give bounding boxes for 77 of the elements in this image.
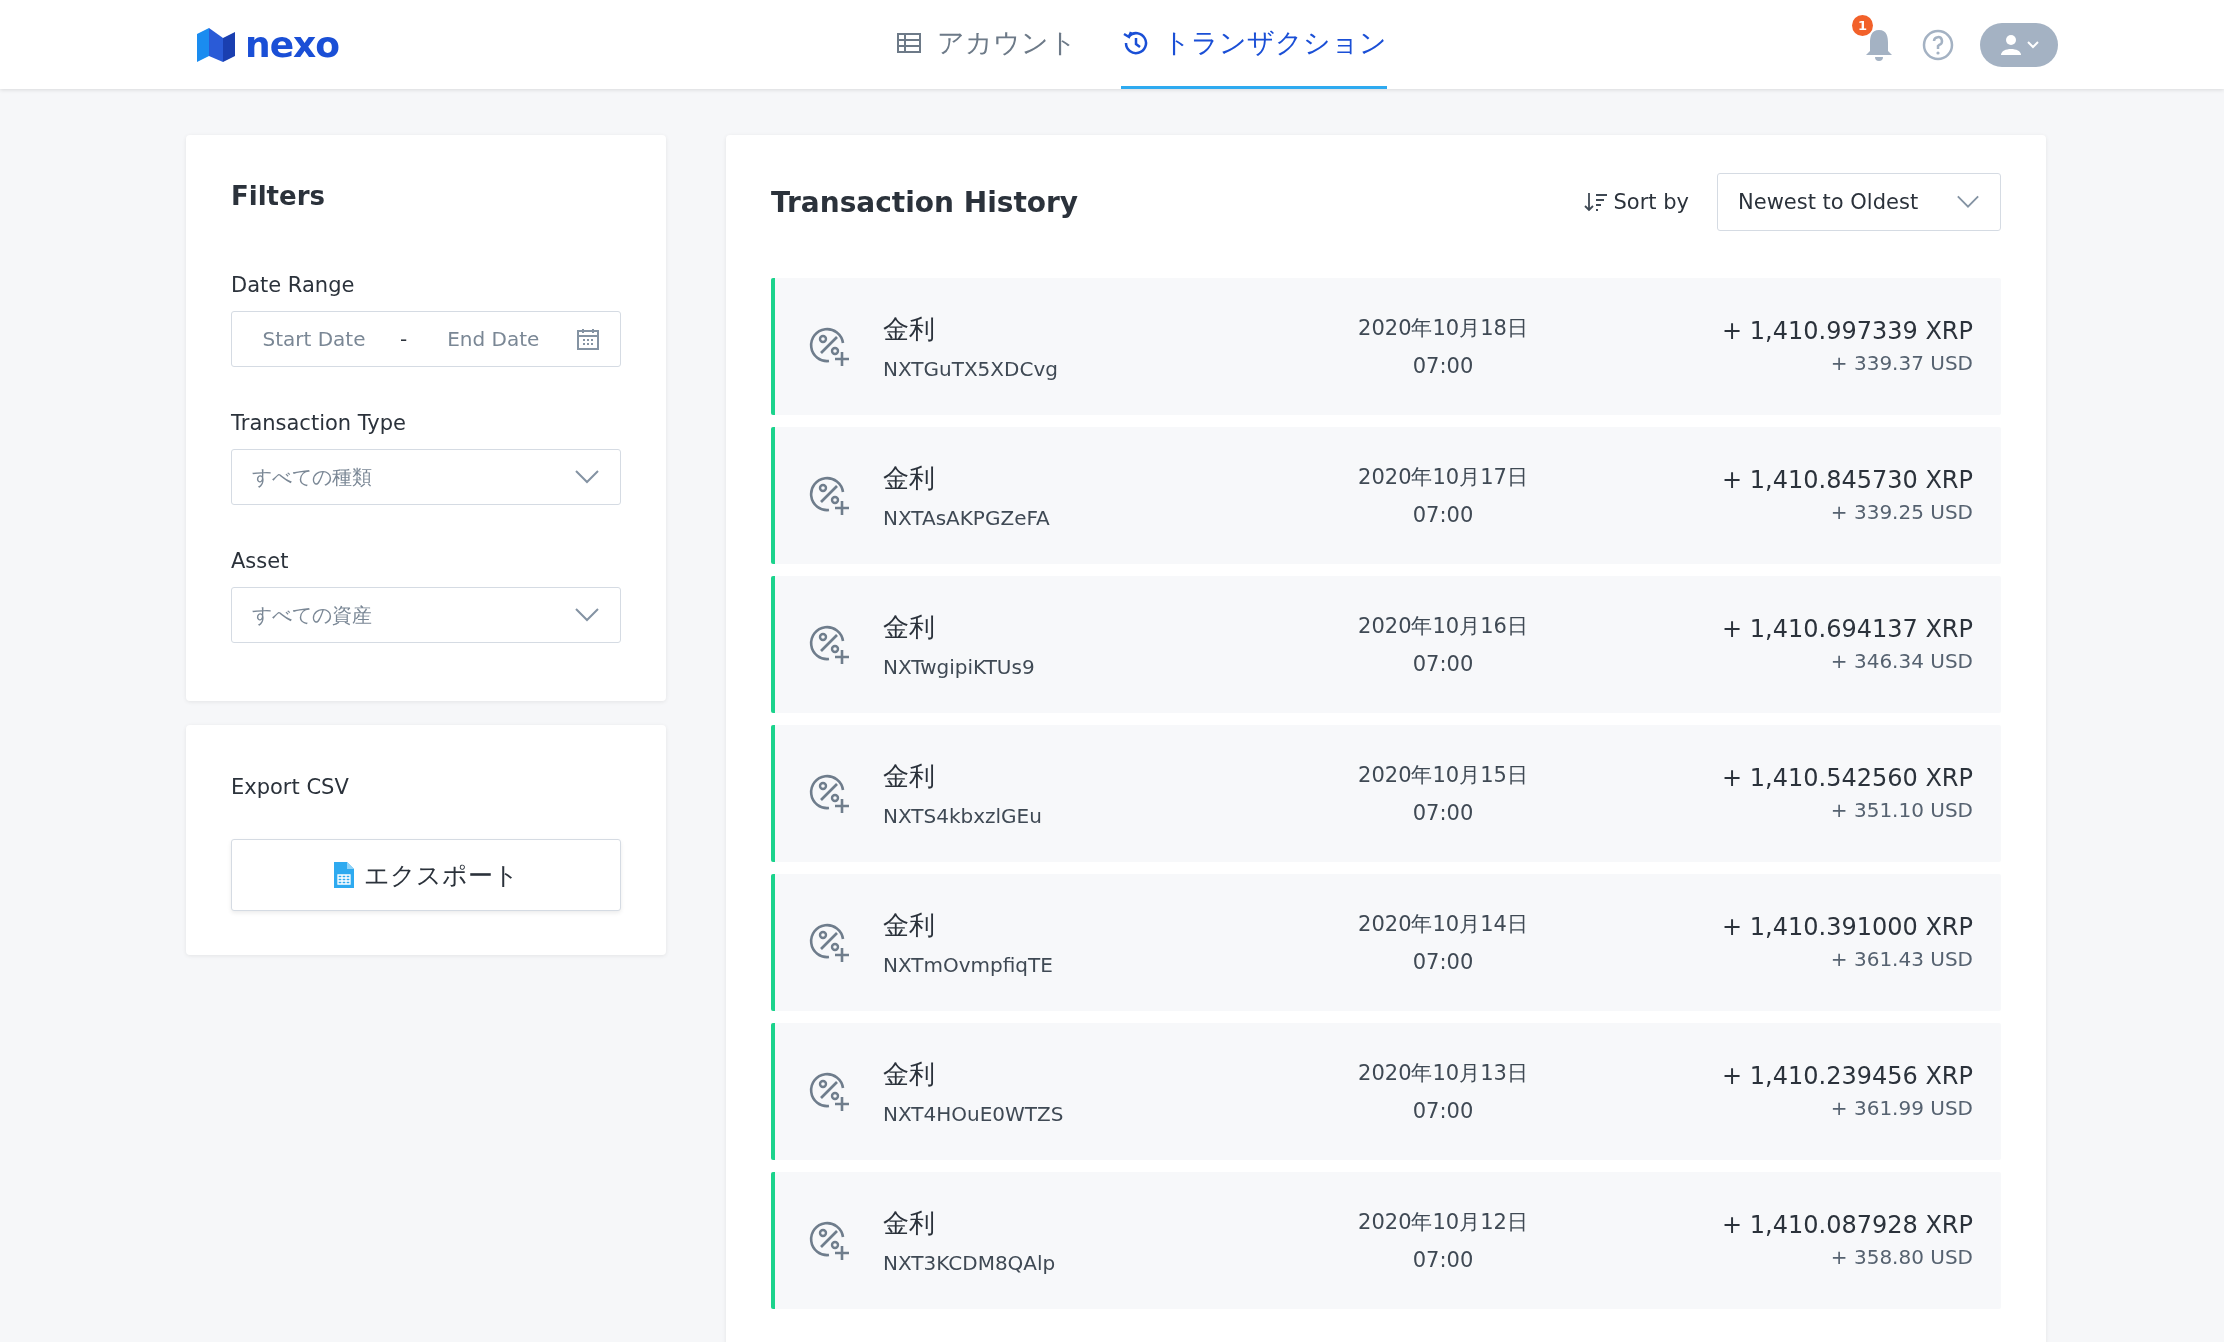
transaction-date: 2020年10月16日 [1358,613,1528,640]
transaction-amount: + 1,410.845730 XRP [1722,466,1973,494]
usd-amount: + 351.10 USD [1830,798,1973,822]
transaction-row[interactable]: 金利 NXTGuTX5XDCvg 2020年10月18日 07:00 + 1,410.997339 XRP + 339.37 USD [771,277,2001,415]
sort-icon [1583,191,1608,214]
transaction-type: 金利 [883,312,936,346]
transaction-date: 2020年10月18日 [1358,315,1528,342]
transaction-row[interactable]: 金利 NXT3KCDM8QAlp 2020年10月12日 07:00 + 1,410.087928 XRP + 358.80 USD [771,1171,2001,1309]
transaction-type: 金利 [883,610,936,644]
transaction-type: 金利 [883,1057,936,1091]
chevron-down-icon [574,607,600,623]
transaction-time: 07:00 [1412,503,1474,527]
logo-text: nexo [245,24,339,65]
transaction-row[interactable]: 金利 NXTmOvmpfiqTE 2020年10月14日 07:00 + 1,410.391000 XRP + 361.43 USD [771,873,2001,1011]
transaction-row[interactable]: 金利 NXTS4kbxzlGEu 2020年10月15日 07:00 + 1,410.542560 XRP + 351.10 USD [771,724,2001,862]
transaction-date: 2020年10月17日 [1358,464,1528,491]
chevron-down-icon [574,469,600,485]
transaction-type: 金利 [883,461,936,495]
panel-title: Transaction History [771,185,1079,219]
user-menu-button[interactable] [1980,22,2058,67]
usd-amount: + 361.43 USD [1830,947,1973,971]
transaction-amount: + 1,410.694137 XRP [1722,615,1973,643]
filters-title: Filters [231,181,326,211]
transaction-time: 07:00 [1412,1248,1474,1272]
usd-amount: + 339.25 USD [1830,500,1973,524]
field-label: Transaction Type [231,411,408,435]
transaction-row[interactable]: 金利 NXTwgipiKTUs9 2020年10月16日 07:00 + 1,410.694137 XRP + 346.34 USD [771,575,2001,713]
transaction-id: NXT4HOuE0WTZS [883,1101,1065,1126]
transaction-date: 2020年10月12日 [1358,1209,1528,1236]
usd-amount: + 358.80 USD [1830,1245,1973,1269]
transaction-date: 2020年10月15日 [1358,762,1528,789]
caret-icon [2027,40,2039,49]
usd-amount: + 339.37 USD [1830,351,1973,375]
dropdown[interactable]: すべての資産 [231,587,621,643]
transaction-type: 金利 [883,759,936,793]
transaction-amount: + 1,410.239456 XRP [1722,1062,1973,1090]
usd-amount: + 346.34 USD [1830,649,1973,673]
user-icon [1999,32,2023,57]
export-button[interactable]: エクスポート [231,839,621,911]
logo-mark-icon [195,25,237,64]
date-separator: - [400,327,408,351]
spreadsheet-file-icon [333,862,354,888]
transaction-time: 07:00 [1412,801,1474,825]
help-icon[interactable] [1922,28,1954,61]
usd-amount: + 361.99 USD [1830,1096,1973,1120]
transaction-time: 07:00 [1412,950,1474,974]
transaction-amount: + 1,410.391000 XRP [1722,913,1973,941]
transaction-row[interactable]: 金利 NXT4HOuE0WTZS 2020年10月13日 07:00 + 1,410.239456 XRP + 361.99 USD [771,1022,2001,1160]
field-label: Date Range [231,273,356,297]
calendar-icon [576,327,600,351]
sort-label: Sort by [1613,190,1689,215]
transaction-id: NXTGuTX5XDCvg [883,356,1059,381]
transaction-amount: + 1,410.542560 XRP [1722,764,1973,792]
transaction-time: 07:00 [1412,354,1474,378]
transaction-time: 07:00 [1412,652,1474,676]
transaction-type: 金利 [883,908,936,942]
transaction-amount: + 1,410.997339 XRP [1722,317,1973,345]
notification-badge: 1 [1852,14,1873,36]
transaction-id: NXTS4kbxzlGEu [883,803,1043,828]
nav-tab[interactable]: アカウント [894,0,1077,89]
start-date-field[interactable]: Start Date [252,326,376,352]
transaction-id: NXT3KCDM8QAlp [883,1250,1057,1275]
transaction-id: NXTwgipiKTUs9 [883,654,1036,679]
transaction-date: 2020年10月13日 [1358,1060,1528,1087]
export-title: Export CSV [231,775,350,799]
transaction-id: NXTmOvmpfiqTE [883,952,1054,977]
sort-dropdown[interactable]: Newest to Oldest [1717,173,2001,232]
nav-tab[interactable]: トランザクション [1120,0,1387,89]
dropdown[interactable]: すべての種類 [231,449,621,505]
transaction-id: NXTAsAKPGZeFA [883,505,1051,530]
transaction-amount: + 1,410.087928 XRP [1722,1211,1973,1239]
field-label: Asset [231,549,290,573]
transaction-type: 金利 [883,1206,936,1240]
transaction-date: 2020年10月14日 [1358,911,1528,938]
transaction-row[interactable]: 金利 NXTAsAKPGZeFA 2020年10月17日 07:00 + 1,410.845730 XRP + 339.25 USD [771,426,2001,564]
end-date-field[interactable]: End Date [431,326,556,352]
transaction-time: 07:00 [1412,1099,1474,1123]
